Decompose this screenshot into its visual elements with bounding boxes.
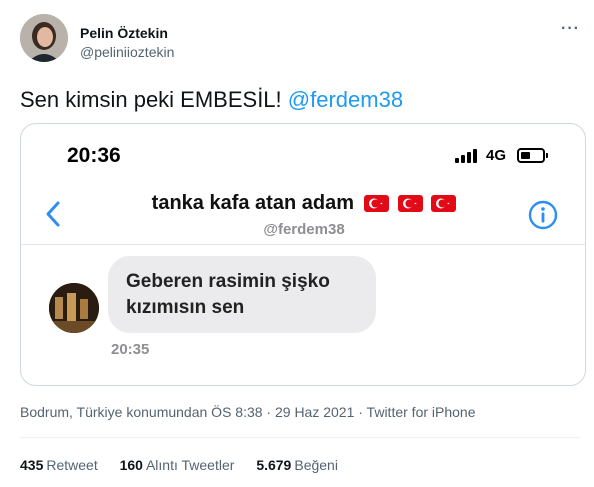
message-line-2: kızımısın sen <box>126 297 245 318</box>
turkish-flag-icon <box>397 194 423 212</box>
status-bar-indicators: 4G <box>455 147 555 165</box>
status-bar-time: 20:36 <box>67 144 121 167</box>
author-avatar[interactable] <box>20 14 68 62</box>
like-label: Beğeni <box>294 457 338 473</box>
flag-group <box>360 194 457 213</box>
tweet-text: Sen kimsin peki EMBESİL! @ferdem38 <box>20 86 403 114</box>
tweet-media-screenshot[interactable]: 20:36 4G tanka kafa atan adam @ferdem38 … <box>20 123 586 386</box>
author-names: Pelin Öztekin @peliniioztekin <box>80 24 174 61</box>
battery-icon <box>517 148 545 163</box>
chat-header-divider <box>21 244 585 245</box>
retweet-stat[interactable]: 435 Retweet <box>20 457 98 473</box>
battery-tip <box>546 153 548 158</box>
tweet-body: Sen kimsin peki EMBESİL! <box>20 87 288 112</box>
like-count: 5.679 <box>256 457 292 473</box>
tweet-header: Pelin Öztekin @peliniioztekin ··· <box>20 14 580 70</box>
turkish-flag-icon <box>364 194 390 212</box>
author-display-name[interactable]: Pelin Öztekin <box>80 24 174 42</box>
quote-count: 160 <box>119 457 143 473</box>
stats-divider <box>20 437 580 438</box>
like-stat[interactable]: 5.679 Beğeni <box>256 457 338 473</box>
more-icon[interactable]: ··· <box>561 20 580 38</box>
chat-handle: @ferdem38 <box>263 221 345 238</box>
chat-name: tanka kafa atan adam <box>151 192 354 214</box>
info-icon[interactable] <box>527 199 559 231</box>
message-line-1: Geberen rasimin şişko <box>126 271 330 292</box>
quote-stat[interactable]: 160 Alıntı Tweetler <box>120 457 235 473</box>
message-time: 20:35 <box>111 341 150 358</box>
network-type: 4G <box>486 147 507 164</box>
retweet-label: Retweet <box>46 457 98 473</box>
contact-avatar <box>49 283 99 333</box>
tweet-metadata[interactable]: Bodrum, Türkiye konumundan ÖS 8:38 · 29 … <box>20 404 476 420</box>
signal-icon <box>455 149 477 163</box>
turkish-flag-icon <box>431 194 457 212</box>
author-handle[interactable]: @peliniioztekin <box>80 43 174 61</box>
mention-link[interactable]: @ferdem38 <box>288 87 403 112</box>
chat-title: tanka kafa atan adam <box>21 192 585 215</box>
quote-label: Alıntı Tweetler <box>145 457 235 473</box>
tweet-stats: 435 Retweet 160 Alıntı Tweetler 5.679 Beğen… <box>20 457 356 473</box>
message-bubble: Geberen rasimin şişko kızımısın sen <box>108 256 376 333</box>
retweet-count: 435 <box>20 457 44 473</box>
tweet: Pelin Öztekin @peliniioztekin ··· Sen ki… <box>0 0 594 487</box>
